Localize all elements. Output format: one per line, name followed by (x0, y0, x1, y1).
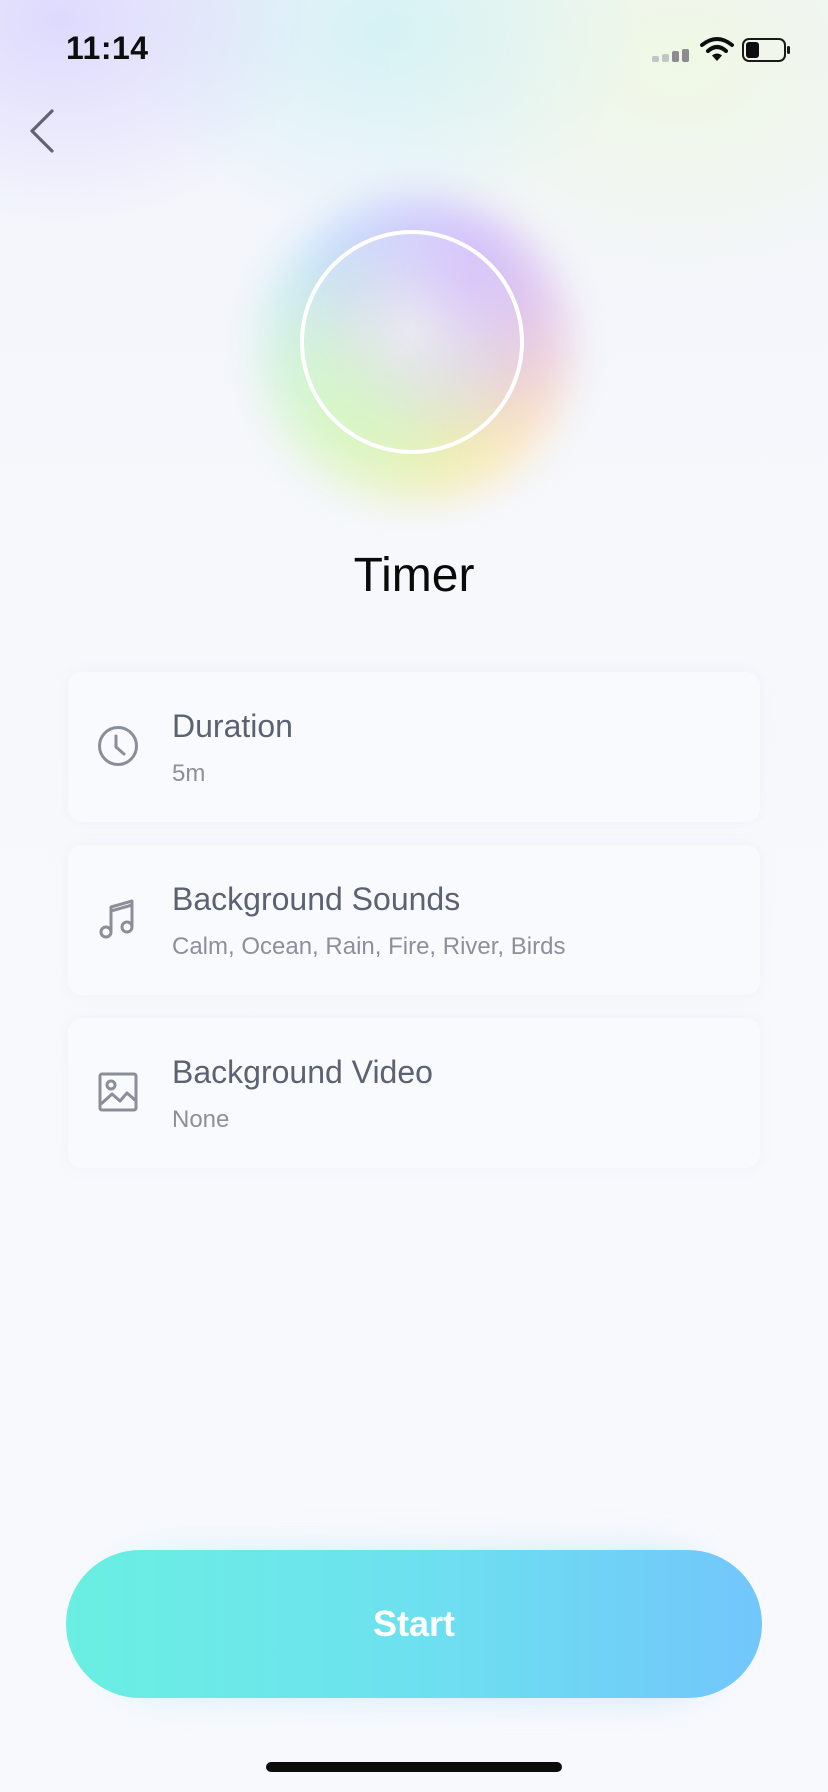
gradient-orb (214, 174, 614, 524)
clock-icon (98, 726, 138, 766)
timer-screen: 11:14 Timer Duration 5m Background Sound… (0, 0, 828, 1792)
setting-title: Duration (172, 708, 293, 744)
background-sounds-setting[interactable]: Background Sounds Calm, Ocean, Rain, Fir… (68, 845, 760, 995)
orb-ring (300, 230, 524, 454)
duration-setting[interactable]: Duration 5m (68, 672, 760, 822)
status-bar: 11:14 (0, 0, 828, 96)
wifi-icon (700, 37, 734, 61)
image-icon (98, 1072, 138, 1112)
setting-value: None (172, 1106, 230, 1133)
cellular-signal-icon (652, 48, 692, 62)
setting-value: Calm, Ocean, Rain, Fire, River, Birds (172, 933, 566, 960)
battery-icon (742, 38, 790, 62)
setting-title: Background Sounds (172, 881, 461, 917)
chevron-left-icon (30, 109, 54, 153)
back-button[interactable] (22, 104, 78, 160)
setting-title: Background Video (172, 1054, 433, 1090)
status-time: 11:14 (66, 30, 149, 66)
start-button[interactable]: Start (66, 1550, 762, 1698)
background-video-setting[interactable]: Background Video None (68, 1018, 760, 1168)
page-title: Timer (353, 549, 475, 602)
setting-value: 5m (172, 760, 206, 787)
home-indicator[interactable] (266, 1762, 562, 1772)
music-note-icon (99, 899, 134, 939)
